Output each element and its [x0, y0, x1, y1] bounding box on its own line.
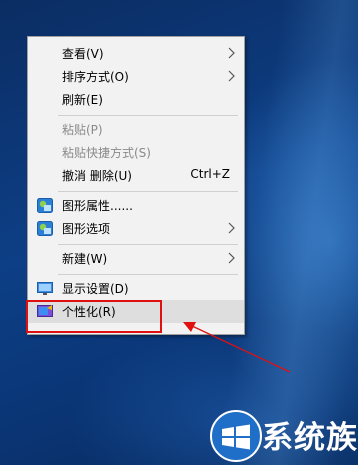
annotation-arrow: [183, 322, 291, 373]
windows-logo-icon: [210, 410, 262, 462]
watermark-text: 系统族: [262, 420, 358, 456]
